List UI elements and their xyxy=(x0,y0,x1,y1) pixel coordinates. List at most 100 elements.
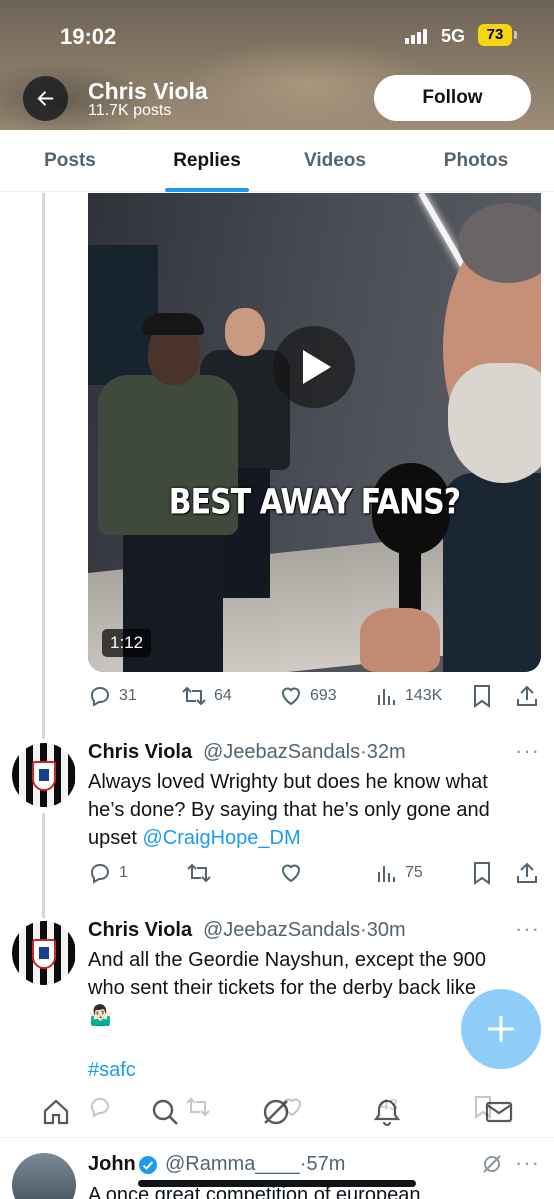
back-button[interactable] xyxy=(23,76,68,121)
like-count: 693 xyxy=(310,687,337,704)
repost-button[interactable] xyxy=(186,858,212,888)
post-body: And all the Geordie Nayshun, except the … xyxy=(88,949,487,999)
view-count: 75 xyxy=(405,864,423,881)
share-button[interactable] xyxy=(516,858,538,888)
post-author-name[interactable]: Chris Viola xyxy=(88,741,192,764)
post-time: ·32m xyxy=(360,741,406,763)
profile-header-banner: 19:02 5G 73 Chris Viola 11.7K posts Foll… xyxy=(0,0,554,130)
share-button[interactable] xyxy=(516,681,538,711)
messages-envelope-icon[interactable] xyxy=(484,1097,514,1127)
grok-icon[interactable] xyxy=(482,1154,502,1174)
bookmark-button[interactable] xyxy=(472,681,492,711)
repost-count: 64 xyxy=(214,687,232,704)
reply-button[interactable]: 31 xyxy=(88,681,137,711)
video-caption: BEST AWAY FANS? xyxy=(168,482,461,523)
notifications-bell-icon[interactable] xyxy=(372,1097,402,1127)
tab-posts[interactable]: Posts xyxy=(20,130,120,192)
plus-icon xyxy=(488,1016,514,1042)
views-button[interactable]: 143K xyxy=(376,681,442,711)
video-duration: 1:12 xyxy=(102,629,152,657)
post-time: ·57m xyxy=(299,1153,346,1175)
tab-label: Photos xyxy=(443,150,509,171)
grok-icon[interactable] xyxy=(261,1097,291,1127)
post-author-handle[interactable]: @JeebazSandals·32m xyxy=(203,741,406,764)
reply-count: 31 xyxy=(119,687,137,704)
more-options-icon[interactable]: ··· xyxy=(515,738,540,764)
club-badge-icon xyxy=(32,939,56,969)
reply-icon xyxy=(90,686,110,707)
reply-icon[interactable] xyxy=(88,1095,112,1119)
repost-icon[interactable] xyxy=(185,1095,211,1119)
handle-text: @JeebazSandals xyxy=(203,741,361,763)
heart-icon xyxy=(281,864,301,883)
compose-button[interactable] xyxy=(461,989,541,1069)
like-button[interactable]: 693 xyxy=(279,681,337,711)
like-button[interactable] xyxy=(279,858,303,888)
avatar[interactable] xyxy=(12,743,76,807)
handle-text: @Ramma____ xyxy=(165,1153,300,1175)
view-count: 143K xyxy=(405,687,443,704)
post-text: Always loved Wrighty but does he know wh… xyxy=(88,768,528,852)
profile-tabs: Posts Replies Videos Photos xyxy=(0,130,554,192)
views-button[interactable]: 75 xyxy=(376,858,423,888)
follow-button[interactable]: Follow xyxy=(374,75,531,121)
shrug-emoji: 🤷🏻‍♂️ xyxy=(88,1005,113,1027)
post-hashtag-line: #safc xyxy=(88,1056,528,1084)
status-time: 19:02 xyxy=(60,24,117,49)
home-indicator xyxy=(138,1180,416,1187)
repost-icon xyxy=(187,863,211,883)
hashtag-link[interactable]: #safc xyxy=(88,1059,136,1081)
reply-button[interactable]: 1 xyxy=(88,858,128,888)
play-button[interactable] xyxy=(273,326,355,408)
tab-videos[interactable]: Videos xyxy=(285,130,385,192)
share-icon xyxy=(517,685,537,706)
home-icon[interactable] xyxy=(41,1097,71,1127)
views-icon xyxy=(378,689,395,705)
post-actions: 1 75 xyxy=(86,858,546,888)
mention-link[interactable]: @CraigHope_DM xyxy=(142,827,300,849)
play-icon xyxy=(303,350,331,384)
signal-icon xyxy=(405,28,431,44)
heart-icon xyxy=(281,687,301,706)
search-icon[interactable] xyxy=(150,1097,180,1127)
post-author-name[interactable]: Chris Viola xyxy=(88,919,192,942)
tab-photos[interactable]: Photos xyxy=(420,130,532,192)
club-badge-icon xyxy=(32,761,56,791)
post-time: ·30m xyxy=(360,919,406,941)
reply-icon xyxy=(90,863,110,884)
post-author-handle[interactable]: @JeebazSandals·30m xyxy=(203,919,406,942)
tab-replies[interactable]: Replies xyxy=(150,130,264,192)
views-icon xyxy=(378,866,395,882)
post-actions: 31 64 693 143K xyxy=(86,681,546,711)
arrow-left-icon xyxy=(37,91,54,106)
status-bar: 19:02 5G 73 xyxy=(0,22,554,52)
video-player[interactable]: BEST AWAY FANS? 1:12 xyxy=(88,193,541,672)
tab-label: Posts xyxy=(44,150,96,171)
more-options-icon[interactable]: ··· xyxy=(515,916,540,942)
post-author-name[interactable]: John xyxy=(88,1153,136,1176)
network-label: 5G xyxy=(441,26,466,46)
divider xyxy=(0,1137,554,1138)
reply-count: 1 xyxy=(119,864,128,881)
thread-line xyxy=(42,813,45,918)
repost-button[interactable]: 64 xyxy=(181,681,232,711)
bookmark-icon xyxy=(474,862,490,885)
verified-badge-icon xyxy=(139,1156,157,1174)
profile-name: Chris Viola xyxy=(88,78,208,104)
handle-text: @JeebazSandals xyxy=(203,919,361,941)
more-options-icon[interactable]: ··· xyxy=(515,1150,540,1176)
thread-line xyxy=(42,193,45,739)
tab-label: Videos xyxy=(304,150,366,171)
bookmark-icon xyxy=(474,685,490,708)
post-count: 11.7K posts xyxy=(88,102,172,119)
share-icon xyxy=(517,862,537,883)
tab-label: Replies xyxy=(173,150,241,171)
avatar[interactable] xyxy=(12,921,76,985)
repost-icon xyxy=(182,686,206,706)
active-tab-indicator xyxy=(165,188,249,192)
avatar[interactable] xyxy=(12,1153,76,1199)
post-author-handle[interactable]: @Ramma____·57m xyxy=(165,1153,345,1176)
bottom-navigation: 43 xyxy=(0,1085,554,1137)
bookmark-button[interactable] xyxy=(472,858,492,888)
battery-icon: 73 xyxy=(478,24,517,46)
